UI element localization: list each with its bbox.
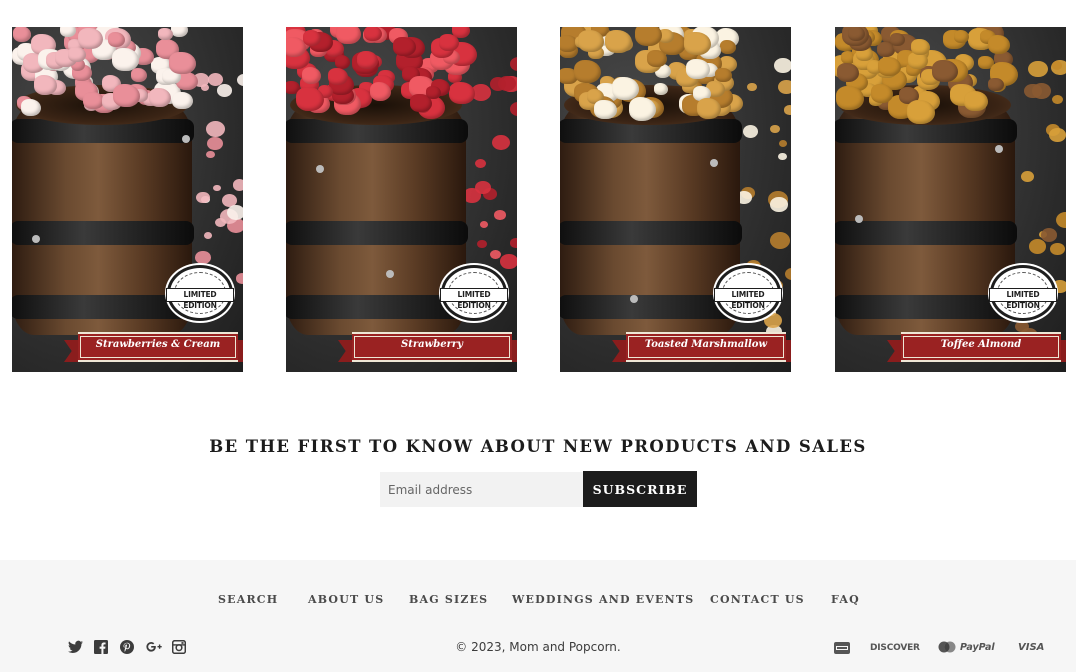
product-ribbon: Toffee Almond (887, 332, 1066, 362)
product-card-toasted-marshmallow[interactable]: LIMITED EDITION Toasted Marshmallow (560, 27, 791, 372)
copyright-year: © 2023, (455, 640, 506, 654)
product-name: Strawberry (401, 339, 463, 350)
product-ribbon: Toasted Marshmallow (612, 332, 791, 362)
product-card-toffee-almond[interactable]: LIMITED EDITION Toffee Almond (835, 27, 1066, 372)
visa-icon: VISA (1018, 642, 1045, 653)
popcorn-pile (560, 27, 744, 122)
popcorn-pile (286, 27, 477, 122)
limited-edition-seal: LIMITED EDITION (989, 265, 1057, 321)
footer-nav: SEARCH ABOUT US BAG SIZES WEDDINGS AND E… (0, 593, 1076, 607)
popcorn-pile (12, 27, 198, 122)
product-ribbon: Strawberries & Cream (64, 332, 243, 362)
limited-edition-seal: LIMITED EDITION (166, 265, 234, 321)
discover-icon: DISCOVER (870, 643, 920, 653)
newsletter-form: SUBSCRIBE (380, 471, 697, 507)
site-footer: SEARCH ABOUT US BAG SIZES WEDDINGS AND E… (0, 560, 1076, 672)
barrel-image (286, 105, 468, 335)
barrel-image (835, 105, 1017, 335)
newsletter-section: BE THE FIRST TO KNOW ABOUT NEW PRODUCTS … (0, 437, 1076, 507)
footer-link-faq[interactable]: FAQ (831, 593, 860, 606)
mastercard-icon (938, 641, 956, 658)
store-link[interactable]: Mom and Popcorn (509, 640, 617, 654)
barrel-image (560, 105, 742, 335)
newsletter-heading: BE THE FIRST TO KNOW ABOUT NEW PRODUCTS … (209, 437, 867, 456)
barrel-image (12, 105, 194, 335)
footer-link-about-us[interactable]: ABOUT US (308, 593, 384, 606)
limited-edition-seal: LIMITED EDITION (714, 265, 782, 321)
product-ribbon: Strawberry (338, 332, 517, 362)
paypal-icon: PayPal (960, 642, 995, 653)
amex-icon (834, 641, 850, 660)
product-name: Strawberries & Cream (95, 339, 221, 350)
payment-icons: DISCOVER PayPal VISA (834, 640, 1054, 656)
footer-link-search[interactable]: SEARCH (218, 593, 278, 606)
footer-link-contact-us[interactable]: CONTACT US (710, 593, 805, 606)
product-name: Toffee Almond (940, 339, 1022, 350)
email-field[interactable] (380, 472, 583, 507)
limited-edition-seal: LIMITED EDITION (440, 265, 508, 321)
copyright-suffix: . (616, 640, 621, 654)
footer-link-bag-sizes[interactable]: BAG SIZES (409, 593, 488, 606)
popcorn-pile (835, 27, 1018, 124)
subscribe-button[interactable]: SUBSCRIBE (583, 471, 697, 507)
product-name: Toasted Marshmallow (644, 339, 768, 350)
product-card-strawberries-cream[interactable]: LIMITED EDITION Strawberries & Cream (12, 27, 243, 372)
product-card-strawberry[interactable]: LIMITED EDITION Strawberry (286, 27, 517, 372)
product-grid: LIMITED EDITION Strawberries & Cream LIM… (12, 27, 1066, 372)
footer-link-weddings-events[interactable]: WEDDINGS AND EVENTS (512, 593, 694, 606)
